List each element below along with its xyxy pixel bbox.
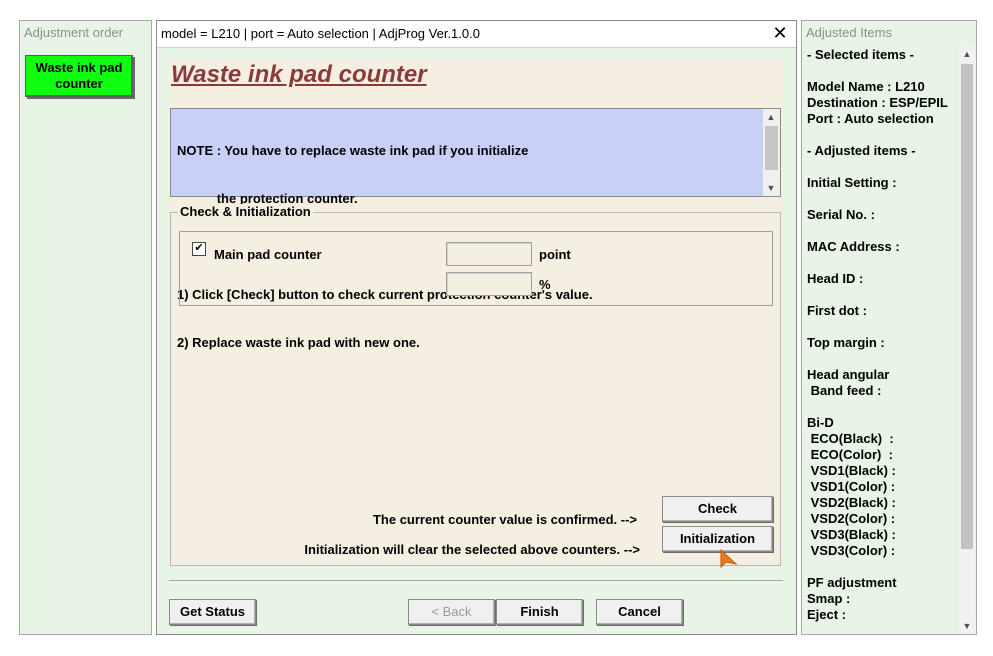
adjusted-item-line: VSD1(Black) : [807, 463, 896, 478]
adjusted-item-line [807, 255, 962, 271]
adjusted-items-scroll-thumb[interactable] [961, 64, 973, 549]
scroll-down-icon[interactable]: ▼ [763, 180, 779, 196]
point-value-field [446, 242, 532, 266]
adjusted-item-line [807, 63, 962, 79]
adjusted-item-line [807, 191, 962, 207]
check-button[interactable]: Check [662, 496, 773, 522]
adjusted-item-line [807, 287, 962, 303]
adjusted-item-line: Head angular [807, 367, 890, 382]
adjusted-item-line: PF adjustment [807, 575, 897, 590]
adjusted-items-scrollbar[interactable]: ▲ ▼ [959, 46, 975, 634]
adjusted-item-line: Serial No. : [807, 207, 875, 222]
point-unit-label: point [539, 247, 571, 262]
footer-separator [169, 580, 783, 581]
adjusted-item-line: ECO(Black) : [807, 431, 894, 446]
adjusted-item-line: VSD2(Black) : [807, 495, 896, 510]
initialization-button[interactable]: Initialization [662, 526, 773, 552]
page-title: Waste ink pad counter [171, 61, 427, 88]
adjustment-order-title: Adjustment order [24, 25, 123, 40]
note-line: NOTE : You have to replace waste ink pad… [177, 143, 529, 158]
note-scroll-thumb[interactable] [765, 126, 778, 170]
adjusted-items-panel: Adjusted Items - Selected items - Model N… [801, 20, 977, 635]
adjusted-item-line: Top margin : [807, 335, 885, 350]
adjusted-item-line: Bi-D [807, 415, 834, 430]
scroll-down-icon[interactable]: ▼ [959, 618, 975, 634]
scroll-up-icon[interactable]: ▲ [959, 46, 975, 62]
adjusted-item-line: Destination : ESP/EPIL [807, 95, 948, 110]
cancel-button[interactable]: Cancel [596, 599, 683, 625]
adjusted-item-line [807, 127, 962, 143]
adjusted-item-line: VSD1(Color) : [807, 479, 896, 494]
adjusted-item-line: - Adjusted items - [807, 143, 916, 158]
adjustment-order-panel: Adjustment order Waste ink pad counter [19, 20, 152, 635]
main-pad-counter-label: Main pad counter [214, 247, 322, 262]
check-initialization-group: Check & Initialization ✔ Main pad counte… [170, 204, 781, 569]
adjusted-item-line: VSD3(Black) : [807, 527, 896, 542]
mouse-cursor-icon [720, 548, 738, 569]
adjusted-item-line: Band feed : [807, 383, 882, 398]
adjusted-item-line: Eject : [807, 607, 847, 622]
adjusted-item-line: First dot : [807, 303, 867, 318]
main-window: model = L210 | port = Auto selection | A… [156, 20, 797, 635]
note-scrollbar[interactable]: ▲ ▼ [763, 109, 780, 196]
adjusted-item-line [807, 399, 962, 415]
initialization-message: Initialization will clear the selected a… [304, 542, 640, 557]
adjusted-item-line: Model Name : L210 [807, 79, 925, 94]
scroll-up-icon[interactable]: ▲ [763, 109, 779, 125]
adjusted-item-line: Smap : [807, 591, 851, 606]
adjusted-item-line [807, 351, 962, 367]
waste-ink-pad-counter-step-button[interactable]: Waste ink pad counter [25, 55, 133, 97]
get-status-button[interactable]: Get Status [169, 599, 256, 625]
adjusted-item-line: VSD2(Color) : [807, 511, 896, 526]
adjusted-items-title: Adjusted Items [806, 25, 892, 40]
adjusted-item-line: Head ID : [807, 271, 864, 286]
finish-button[interactable]: Finish [496, 599, 583, 625]
back-button[interactable]: < Back [408, 599, 495, 625]
percent-unit-label: % [539, 277, 551, 292]
content-area: Waste ink pad counter NOTE : You have to… [169, 59, 783, 569]
adjusted-item-line [807, 319, 962, 335]
check-message: The current counter value is confirmed. … [372, 512, 637, 527]
adjusted-item-line [807, 159, 962, 175]
main-pad-counter-checkbox[interactable]: ✔ [192, 242, 206, 256]
adjusted-item-line: Port : Auto selection [807, 111, 934, 126]
window-titlebar: model = L210 | port = Auto selection | A… [157, 21, 796, 48]
adjusted-item-line: ECO(Color) : [807, 447, 893, 462]
adjusted-items-list: - Selected items - Model Name : L210 Desti… [807, 47, 962, 623]
adjusted-item-line [807, 559, 962, 575]
adjusted-item-line: MAC Address : [807, 239, 900, 254]
window-title: model = L210 | port = Auto selection | A… [161, 26, 480, 41]
group-title: Check & Initialization [178, 204, 313, 219]
percent-value-field [446, 272, 532, 296]
adjusted-item-line [807, 223, 962, 239]
adjusted-item-line: VSD3(Color) : [807, 543, 896, 558]
note-box: NOTE : You have to replace waste ink pad… [170, 108, 781, 350]
step-button-label: Waste ink pad counter [35, 60, 123, 91]
adjusted-item-line: - Selected items - [807, 47, 914, 62]
close-icon[interactable]: ✕ [770, 23, 790, 43]
counter-box: ✔ Main pad counter point % [179, 231, 773, 306]
adjusted-item-line: Initial Setting : [807, 175, 897, 190]
